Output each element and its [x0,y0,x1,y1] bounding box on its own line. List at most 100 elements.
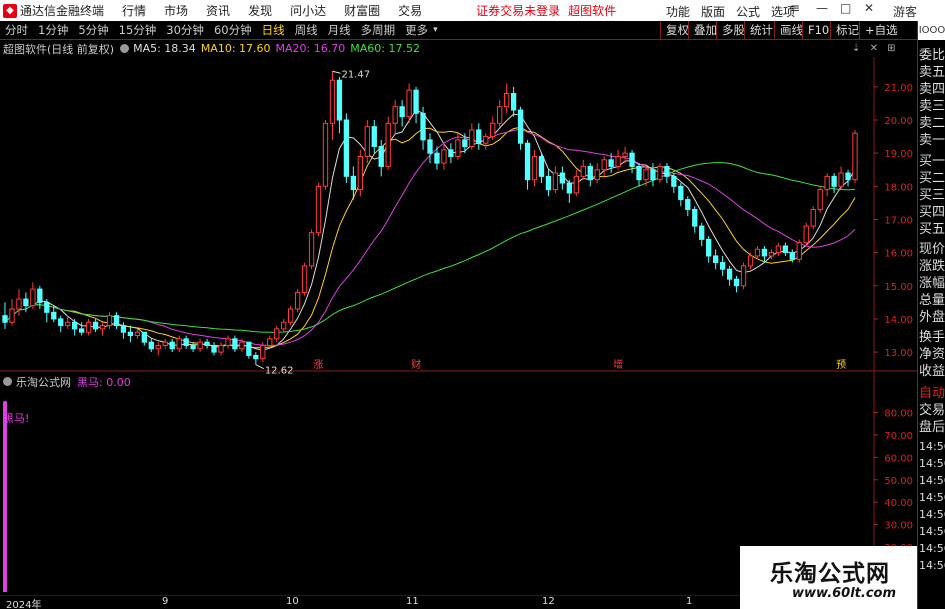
candle-body [169,341,175,350]
candle [483,133,489,150]
candle [712,249,719,270]
label-outer: 外盘 [919,310,945,325]
candle [573,169,579,197]
candle-body [51,311,57,320]
ma10-line [67,126,856,349]
candle-body [629,152,635,167]
candle-body [218,344,224,353]
candle [775,242,782,256]
candle-body [775,245,782,254]
candle-body [685,199,691,211]
candle-body [120,325,127,333]
indicator-tick-label: 70.00 [884,431,913,442]
candle-body [190,344,196,350]
candle-body [510,92,517,111]
candle-body [789,252,795,260]
candle [615,149,621,170]
candle-body [85,321,92,333]
candle [232,335,238,353]
candle [169,338,175,353]
candle [803,222,809,246]
candle-body [308,232,315,267]
candle [301,262,308,296]
candle [838,166,844,190]
candle [294,289,301,313]
label-sell5: 卖五 [919,65,945,80]
candle [601,156,607,177]
price-tick-label: 20.00 [884,116,913,127]
candle-body [371,126,377,148]
candle-body [712,255,719,264]
candle-body [852,132,858,181]
candle-body [399,106,405,118]
candle-body [545,175,552,191]
candle-body [232,338,238,350]
candle [594,163,600,183]
candle-body [406,89,412,118]
indicator-tick-label: 50.00 [884,476,913,487]
candle [287,305,294,326]
candle-body [197,341,203,350]
status-auto[interactable]: 自动 [919,385,945,402]
candle [392,100,398,134]
candle [796,239,802,263]
candle [740,262,747,290]
time-entry: 14:56 [919,559,945,572]
candle-body [287,308,294,323]
candle-body [747,255,754,267]
candle-body [559,172,566,184]
candle [336,76,343,134]
settings-dot-icon[interactable] [3,377,12,386]
candle-body [448,149,454,157]
candle [246,341,252,359]
candle [671,173,677,193]
candle-body [30,288,36,307]
candle-body [824,175,830,191]
label-buy3: 买三 [919,188,945,203]
label-sell3: 卖三 [919,99,945,114]
candle-body [176,338,182,350]
candle [281,318,287,333]
candle-body [357,155,363,191]
candle-body [141,331,148,343]
candle [44,299,50,323]
ma60-line [4,162,856,333]
candle-body [420,112,426,141]
candle-body [23,298,29,307]
candle-body [587,165,593,181]
candle-body [392,106,398,124]
candle-body [267,338,273,346]
candle-body [601,159,607,171]
candle-body [58,318,64,327]
candle [733,275,740,293]
candle [406,83,412,124]
candle-body [699,225,705,240]
candle [322,120,329,190]
candle-body [434,152,440,164]
date-tick: 9 [162,596,169,607]
candle [253,352,259,365]
candle-body [378,146,384,167]
candle-body [664,165,670,177]
time-entry: 14:56 [919,457,945,470]
candle [747,252,754,270]
candle-body [455,139,461,157]
indicator-tick-label: 40.00 [884,498,913,509]
price-chart[interactable]: 13.00 14.00 15.00 16.00 17.00 18.00 19.00 20.00… [0,0,917,596]
candle-body [239,341,245,350]
indicator-tick-label: 30.00 [884,521,913,532]
candle [831,173,837,193]
candle-body [573,175,579,194]
candle [420,106,426,150]
time-entry: 14:56 [919,491,945,504]
indicator-value: 黑马: 0.00 [77,375,131,389]
candle-body [225,338,231,346]
candle [2,302,8,329]
candle-body [503,92,510,108]
candle-body [211,344,217,353]
time-entry: 14:56 [919,508,945,521]
candle [497,100,503,127]
indicator-formula-name: 乐淘公式网 [16,375,71,389]
candle [218,342,224,356]
candle-body [636,165,642,181]
